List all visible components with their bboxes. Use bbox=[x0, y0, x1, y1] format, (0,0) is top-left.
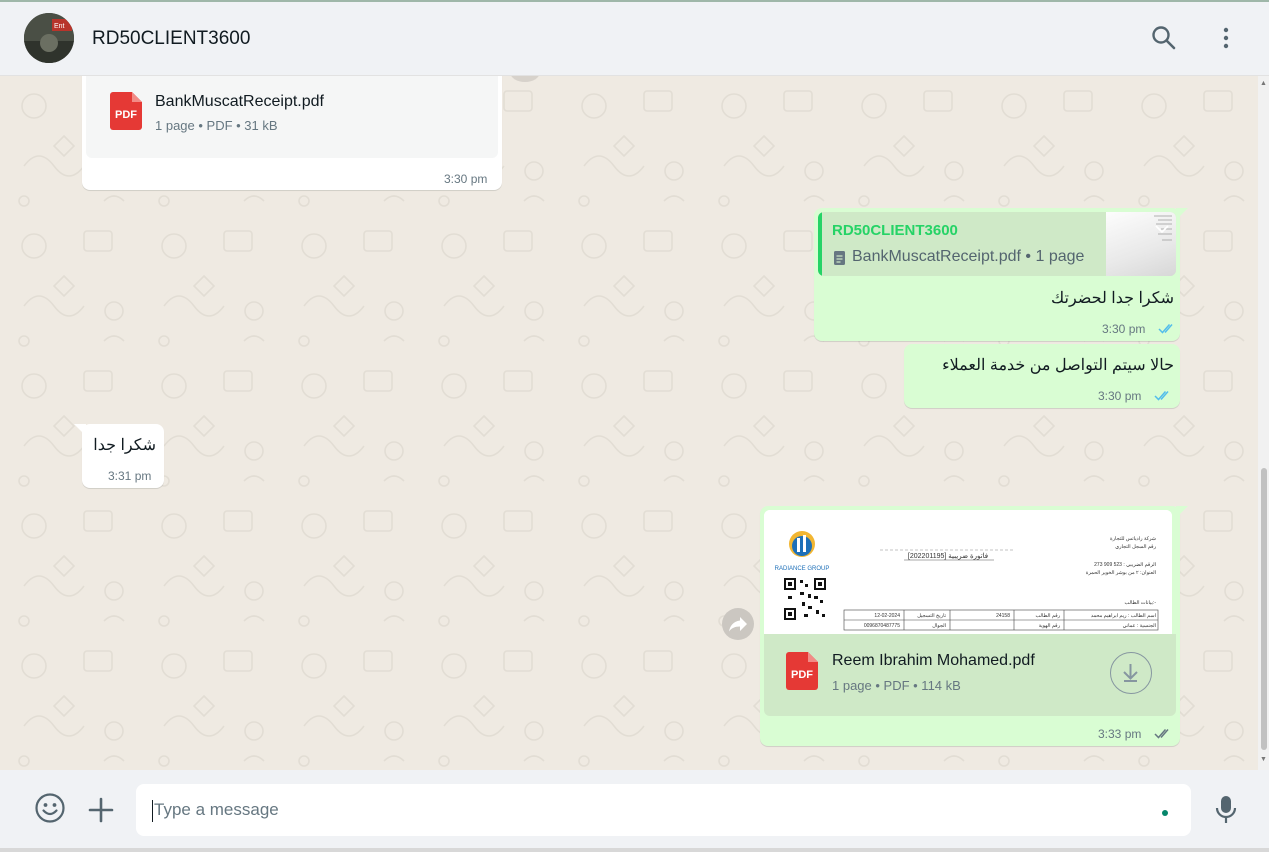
microphone-icon[interactable] bbox=[1212, 794, 1240, 826]
table-cell: الجوال bbox=[932, 623, 946, 629]
company-line-2: رقم السجل التجاري bbox=[1115, 544, 1156, 550]
plus-icon[interactable] bbox=[87, 796, 115, 824]
company-line-4: العنوان: ٢ من بوشر الخوير الحمرة bbox=[1086, 570, 1156, 576]
message-time: 3:30 pm bbox=[444, 172, 488, 186]
document-file-name: BankMuscatReceipt.pdf bbox=[155, 93, 324, 110]
chat-header: Ent RD50CLIENT3600 bbox=[0, 0, 1269, 76]
document-preview[interactable]: RADIANCE GROUP فاتورة ضريبية [202201195]… bbox=[764, 510, 1172, 634]
forward-icon bbox=[729, 617, 747, 632]
invoice-title: فاتورة ضريبية [202201195] bbox=[908, 552, 988, 560]
document-card[interactable]: PDF BankMuscatReceipt.pdf 1 page • PDF •… bbox=[86, 76, 498, 158]
download-icon bbox=[1123, 664, 1138, 682]
logo-text: RADIANCE GROUP bbox=[775, 566, 830, 572]
table-cell: الجنسية : عماني bbox=[1123, 623, 1156, 629]
avatar-sign-text: Ent bbox=[54, 23, 65, 30]
document-file-name: Reem Ibrahim Mohamed.pdf bbox=[832, 652, 1035, 669]
input-status-dot bbox=[1162, 810, 1168, 816]
forward-button[interactable] bbox=[722, 608, 754, 640]
chat-scrollbar[interactable]: ▲ ▼ bbox=[1258, 76, 1269, 770]
company-line-3: الرقم الضريبي : 523 909 273 bbox=[1094, 562, 1156, 568]
student-section-label: بيانات الطالب:- bbox=[1125, 600, 1157, 606]
table-cell: 12-02-2024 bbox=[874, 613, 900, 619]
double-check-icon bbox=[1158, 324, 1173, 334]
quote-thumbnail bbox=[1106, 212, 1176, 276]
table-cell: 0096870487775 bbox=[864, 623, 900, 629]
table-cell: تاريخ التسجيل bbox=[917, 613, 946, 619]
pdf-file-icon: PDF bbox=[786, 652, 818, 690]
message-time: 3:30 pm bbox=[1098, 389, 1142, 403]
incoming-text-message: شكرا جدا 3:31 pm bbox=[74, 424, 164, 488]
bubble-tail bbox=[1176, 506, 1188, 518]
pdf-file-icon: PDF bbox=[110, 92, 142, 130]
contact-name[interactable]: RD50CLIENT3600 bbox=[92, 28, 250, 50]
quoted-message[interactable]: RD50CLIENT3600 BankMuscatReceipt.pdf • 1… bbox=[818, 212, 1176, 276]
quote-author: RD50CLIENT3600 bbox=[832, 222, 958, 239]
text-cursor bbox=[152, 800, 153, 822]
pdf-icon-label: PDF bbox=[791, 669, 813, 681]
table-cell: 24158 bbox=[996, 613, 1010, 619]
outgoing-reply-message: RD50CLIENT3600 BankMuscatReceipt.pdf • 1… bbox=[814, 208, 1188, 341]
document-file-meta: 1 page • PDF • 31 kB bbox=[155, 118, 278, 133]
quote-text: BankMuscatReceipt.pdf • 1 page bbox=[852, 248, 1085, 265]
outgoing-text-message: حالا سيتم التواصل من خدمة العملاء 3:30 p… bbox=[904, 344, 1180, 408]
table-cell: رقم الهوية bbox=[1039, 623, 1061, 629]
company-line-1: شركة رادياتس للتجارة bbox=[1110, 536, 1156, 542]
message-text: شكرا جدا bbox=[93, 437, 156, 454]
document-preview-image: RADIANCE GROUP فاتورة ضريبية [202201195]… bbox=[764, 510, 1172, 634]
qr-code bbox=[784, 578, 826, 620]
outgoing-document-message: RADIANCE GROUP فاتورة ضريبية [202201195]… bbox=[760, 506, 1188, 746]
message-composer bbox=[0, 770, 1269, 852]
table-cell: رقم الطالب bbox=[1036, 613, 1061, 619]
message-time: 3:30 pm bbox=[1102, 322, 1146, 336]
message-time: 3:31 pm bbox=[108, 469, 152, 483]
document-icon bbox=[834, 251, 845, 265]
message-time: 3:33 pm bbox=[1098, 727, 1142, 741]
message-text: حالا سيتم التواصل من خدمة العملاء bbox=[942, 357, 1174, 374]
table-cell: اسم الطالب : ريم ابراهيم محمد bbox=[1091, 613, 1156, 619]
download-button[interactable] bbox=[1110, 652, 1152, 694]
document-card[interactable]: PDF Reem Ibrahim Mohamed.pdf 1 page • PD… bbox=[764, 634, 1176, 716]
emoji-icon[interactable] bbox=[34, 792, 66, 824]
bubble-tail bbox=[74, 424, 86, 436]
message-text: شكرا جدا لحضرتك bbox=[1051, 290, 1174, 307]
scroll-up-arrow[interactable]: ▲ bbox=[1260, 80, 1267, 87]
double-check-icon bbox=[1154, 729, 1169, 739]
incoming-document-message: PDF BankMuscatReceipt.pdf 1 page • PDF •… bbox=[82, 76, 502, 190]
search-icon[interactable] bbox=[1150, 24, 1178, 52]
contact-avatar[interactable]: Ent bbox=[24, 13, 74, 63]
quote-accent-bar bbox=[818, 212, 822, 276]
pdf-icon-label: PDF bbox=[115, 109, 137, 121]
kebab-menu-icon[interactable] bbox=[1212, 24, 1240, 52]
chat-area: PDF BankMuscatReceipt.pdf 1 page • PDF •… bbox=[4, 76, 1258, 770]
scrollbar-thumb[interactable] bbox=[1261, 468, 1267, 750]
double-check-icon bbox=[1154, 391, 1169, 401]
message-input[interactable] bbox=[136, 784, 1191, 836]
document-file-meta: 1 page • PDF • 114 kB bbox=[832, 678, 961, 693]
scroll-down-arrow[interactable]: ▼ bbox=[1260, 756, 1267, 763]
bubble-tail bbox=[1176, 208, 1188, 220]
